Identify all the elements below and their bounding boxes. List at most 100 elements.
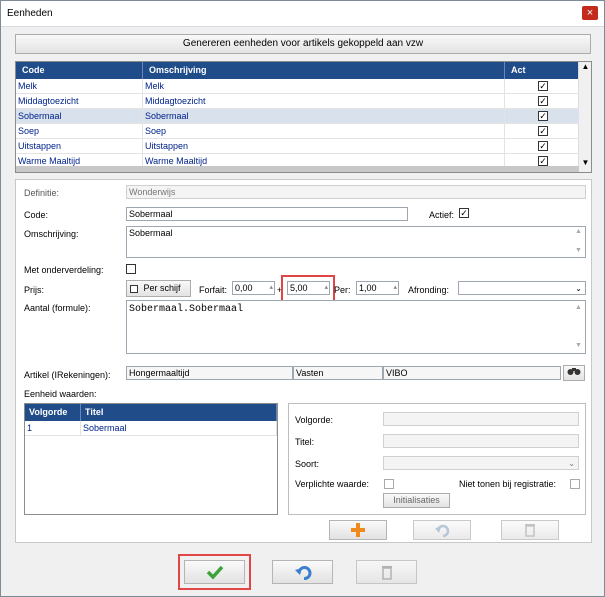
column-header-title[interactable]: Titel [81,404,277,421]
row-description: Uitstappen [143,139,505,154]
chevron-down-icon[interactable]: ⌄ [575,283,582,294]
active-checkbox[interactable]: ✓ [538,111,548,121]
per-input[interactable]: 1,00 ▴ [356,281,399,295]
delete-value-button[interactable] [501,520,559,540]
scroll-up-icon[interactable]: ▲ [580,62,591,76]
artikel-field-1[interactable]: Hongermaaltijd [126,366,293,380]
row-code: Middagtoezicht [16,94,143,109]
soort-select[interactable]: ⌄ [383,456,579,470]
scroll-down-icon[interactable]: ▼ [575,342,582,349]
soort-label: Soort: [295,459,320,469]
highlight-frame [178,554,251,590]
table-row[interactable]: Sobermaal Sobermaal ✓ [16,109,579,124]
row-code: Soep [16,124,143,139]
grid-vertical-scrollbar[interactable]: ▲ ▼ [578,62,591,172]
volgorde-input[interactable] [383,412,579,426]
close-button[interactable]: × [582,6,598,20]
binoculars-icon [567,368,581,375]
initialisaties-button[interactable]: Initialisaties [383,493,450,508]
aantal-formula-input[interactable]: Sobermaal.Sobermaal [126,300,586,354]
niet-tonen-checkbox[interactable] [570,479,580,489]
eenheden-window: Eenheden × Genereren eenheden voor artik… [0,0,605,597]
value-detail-panel: Volgorde: Titel: Soort: ⌄ Verplichte waa… [288,403,586,515]
row-title: Sobermaal [81,421,277,436]
afronding-select[interactable]: ⌄ [458,281,586,295]
search-artikel-button[interactable] [563,365,585,381]
row-code: Melk [16,79,143,94]
forfait-label: Forfait: [199,285,228,295]
chevron-down-icon[interactable]: ⌄ [568,458,575,469]
scroll-down-icon[interactable]: ▼ [575,247,582,254]
titel-label: Titel: [295,437,315,447]
forfait-input[interactable]: 0,00 ▴ [232,281,275,295]
table-row[interactable]: Soep Soep ✓ [16,124,579,139]
grid-horizontal-scrollbar[interactable] [16,166,579,172]
plus-icon [351,523,365,537]
window-title: Eenheden [7,8,53,19]
artikel-label: Artikel (IRekeningen): [24,370,111,380]
row-code: Uitstappen [16,139,143,154]
verplicht-checkbox[interactable] [384,479,394,489]
unit-values-grid: Volgorde Titel 1 Sobermaal [24,403,278,515]
active-checkbox[interactable]: ✓ [538,126,548,136]
definitie-field[interactable]: Wonderwijs [126,185,586,199]
titel-input[interactable] [383,434,579,448]
column-header-order[interactable]: Volgorde [25,404,81,421]
per-label: Per: [334,285,351,295]
undo-button[interactable] [272,560,333,584]
afronding-label: Afronding: [408,285,450,295]
add-value-button[interactable] [329,520,387,540]
per-schijf-label: Per schijf [143,283,181,293]
niet-tonen-label: Niet tonen bij registratie: [459,479,557,489]
scroll-up-icon[interactable]: ▲ [575,304,582,311]
delete-button[interactable] [356,560,417,584]
eenheid-label: Eenheid waarden: [24,389,97,399]
table-row[interactable]: 1 Sobermaal [25,421,277,436]
per-schijf-checkbox[interactable] [130,284,138,293]
row-description: Soep [143,124,505,139]
artikel-field-2[interactable]: Vasten [293,366,383,380]
omschrijving-label: Omschrijving: [24,229,79,239]
column-header-active[interactable]: Act [505,62,579,79]
column-header-description[interactable]: Omschrijving [143,62,505,79]
row-description: Sobermaal [143,109,505,124]
undo-icon [435,524,450,538]
row-code: Sobermaal [16,109,143,124]
definitie-label: Definitie: [24,188,60,198]
row-order: 1 [25,421,81,436]
title-bar: Eenheden × [1,1,604,27]
table-row[interactable]: Uitstappen Uitstappen ✓ [16,139,579,154]
actief-checkbox[interactable]: ✓ [459,208,469,218]
code-input[interactable]: Sobermaal [126,207,408,221]
undo-value-button[interactable] [413,520,471,540]
unit-detail-form: Definitie: Wonderwijs Code: Sobermaal Ac… [15,179,592,543]
highlight-frame [281,275,335,302]
active-checkbox[interactable]: ✓ [538,141,548,151]
onderverdeling-checkbox[interactable] [126,264,136,274]
table-row[interactable]: Middagtoezicht Middagtoezicht ✓ [16,94,579,109]
prijs-label: Prijs: [24,285,44,295]
active-checkbox[interactable]: ✓ [538,156,548,166]
table-row[interactable]: Melk Melk ✓ [16,79,579,94]
undo-icon [294,566,311,580]
active-checkbox[interactable]: ✓ [538,96,548,106]
row-description: Melk [143,79,505,94]
scroll-up-icon[interactable]: ▲ [575,228,582,235]
actief-label: Actief: [429,210,455,220]
spinner-icon[interactable]: ▴ [393,282,397,294]
artikel-field-3[interactable]: VIBO [383,366,561,380]
onderverdeling-label: Met onderverdeling: [24,265,104,275]
per-schijf-toggle[interactable]: Per schijf [126,280,191,297]
delete-icon [525,524,535,537]
aantal-label: Aantal (formule): [24,303,91,313]
verplicht-label: Verplichte waarde: [295,479,370,489]
row-description: Middagtoezicht [143,94,505,109]
scroll-down-icon[interactable]: ▼ [580,158,591,172]
omschrijving-input[interactable]: Sobermaal [126,226,586,258]
generate-units-button[interactable]: Genereren eenheden voor artikels gekoppe… [15,34,591,54]
active-checkbox[interactable]: ✓ [538,81,548,91]
delete-icon [381,566,392,580]
column-header-code[interactable]: Code [16,62,143,79]
volgorde-label: Volgorde: [295,415,334,425]
spinner-icon[interactable]: ▴ [269,282,273,294]
